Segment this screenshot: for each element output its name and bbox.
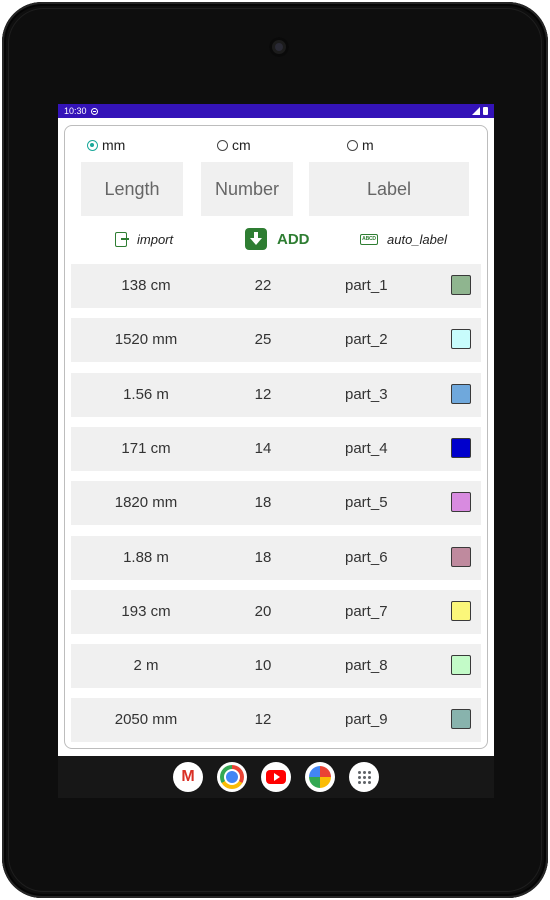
auto-label-icon: ABCD <box>360 233 378 245</box>
item-number: 18 <box>254 494 272 512</box>
gmail-icon[interactable]: M <box>173 762 203 792</box>
length-input[interactable]: Length <box>81 162 183 216</box>
battery-icon <box>483 107 488 115</box>
item-label: part_1 <box>345 277 388 294</box>
color-swatch[interactable] <box>451 600 471 621</box>
radio-mm[interactable]: mm <box>87 137 217 153</box>
auto-label-text: auto_label <box>387 231 447 247</box>
item-number: 10 <box>254 657 272 675</box>
list-item[interactable]: 193 cm 20 part_7 <box>71 589 481 634</box>
download-arrow-icon <box>245 228 267 250</box>
color-swatch[interactable] <box>451 329 471 350</box>
radio-label: mm <box>102 137 126 153</box>
gmail-letter: M <box>181 768 195 785</box>
add-label: ADD <box>277 230 310 248</box>
radio-button-icon[interactable] <box>87 139 98 151</box>
list-item[interactable]: 138 cm 22 part_1 <box>71 264 481 308</box>
app-drawer-icon[interactable] <box>349 762 379 792</box>
radio-button-icon[interactable] <box>347 139 358 151</box>
item-number: 22 <box>254 277 272 294</box>
item-length: 193 cm <box>121 602 171 620</box>
item-length: 2 m <box>133 657 159 675</box>
radio-button-icon[interactable] <box>217 139 228 151</box>
item-label: part_7 <box>345 602 388 620</box>
photos-icon[interactable] <box>305 762 335 792</box>
item-label: part_3 <box>345 385 388 403</box>
label-input[interactable]: Label <box>309 162 469 216</box>
status-right-icons <box>472 107 488 115</box>
color-swatch[interactable] <box>451 383 471 404</box>
number-input[interactable]: Number <box>201 162 293 216</box>
item-label: part_9 <box>345 711 388 729</box>
item-length: 2050 mm <box>114 711 178 729</box>
front-camera <box>269 37 289 57</box>
color-swatch[interactable] <box>451 492 471 513</box>
color-swatch[interactable] <box>451 546 471 567</box>
list-item[interactable]: 1520 mm 25 part_2 <box>71 318 481 363</box>
item-number: 25 <box>254 331 272 349</box>
item-length: 1.56 m <box>123 385 169 403</box>
item-number: 20 <box>254 602 272 620</box>
item-length: 1820 mm <box>114 494 178 512</box>
item-label: part_5 <box>345 494 388 512</box>
list-item[interactable]: 1.56 m 12 part_3 <box>71 372 481 417</box>
item-label: part_8 <box>345 657 388 675</box>
list-item[interactable]: 1.88 m 18 part_6 <box>71 535 481 580</box>
app-dock: M <box>173 762 379 792</box>
screen: 10:30 mm cm m Length Number Label import… <box>58 104 494 798</box>
item-number: 18 <box>254 548 272 566</box>
color-swatch[interactable] <box>451 275 471 295</box>
color-swatch[interactable] <box>451 655 471 676</box>
item-length: 1.88 m <box>123 548 169 566</box>
add-button[interactable]: ADD <box>245 228 310 250</box>
unit-radio-group: mm cm m <box>87 137 477 153</box>
color-swatch[interactable] <box>451 709 471 730</box>
color-swatch[interactable] <box>451 437 471 458</box>
status-time: 10:30 <box>64 106 87 116</box>
import-button[interactable]: import <box>115 231 174 247</box>
auto-label-button[interactable]: ABCD auto_label <box>360 232 447 247</box>
navigation-bar: M <box>58 756 494 798</box>
item-length: 138 cm <box>121 277 171 294</box>
list-item[interactable]: 171 cm 14 part_4 <box>71 426 481 471</box>
list-item[interactable]: 1820 mm 18 part_5 <box>71 481 481 526</box>
radio-m[interactable]: m <box>347 137 477 153</box>
item-number: 12 <box>254 385 272 403</box>
item-label: part_2 <box>345 331 388 349</box>
youtube-icon[interactable] <box>261 762 291 792</box>
radio-cm[interactable]: cm <box>217 137 347 153</box>
item-length: 1520 mm <box>114 331 178 349</box>
chrome-icon[interactable] <box>217 762 247 792</box>
item-number: 12 <box>254 711 272 729</box>
import-label: import <box>137 231 174 247</box>
item-label: part_4 <box>345 439 388 457</box>
item-label: part_6 <box>345 548 388 566</box>
main-card: mm cm m Length Number Label import ADD A… <box>64 125 488 749</box>
item-length: 171 cm <box>121 439 171 457</box>
do-not-disturb-icon <box>90 107 98 115</box>
status-bar: 10:30 <box>58 104 494 118</box>
item-number: 14 <box>254 439 272 457</box>
signal-icon <box>472 107 480 115</box>
import-icon <box>115 231 129 247</box>
list-item[interactable]: 2050 mm 12 part_9 <box>71 698 481 743</box>
radio-label: cm <box>232 137 251 153</box>
radio-label: m <box>362 137 374 153</box>
list-item[interactable]: 2 m 10 part_8 <box>71 644 481 689</box>
